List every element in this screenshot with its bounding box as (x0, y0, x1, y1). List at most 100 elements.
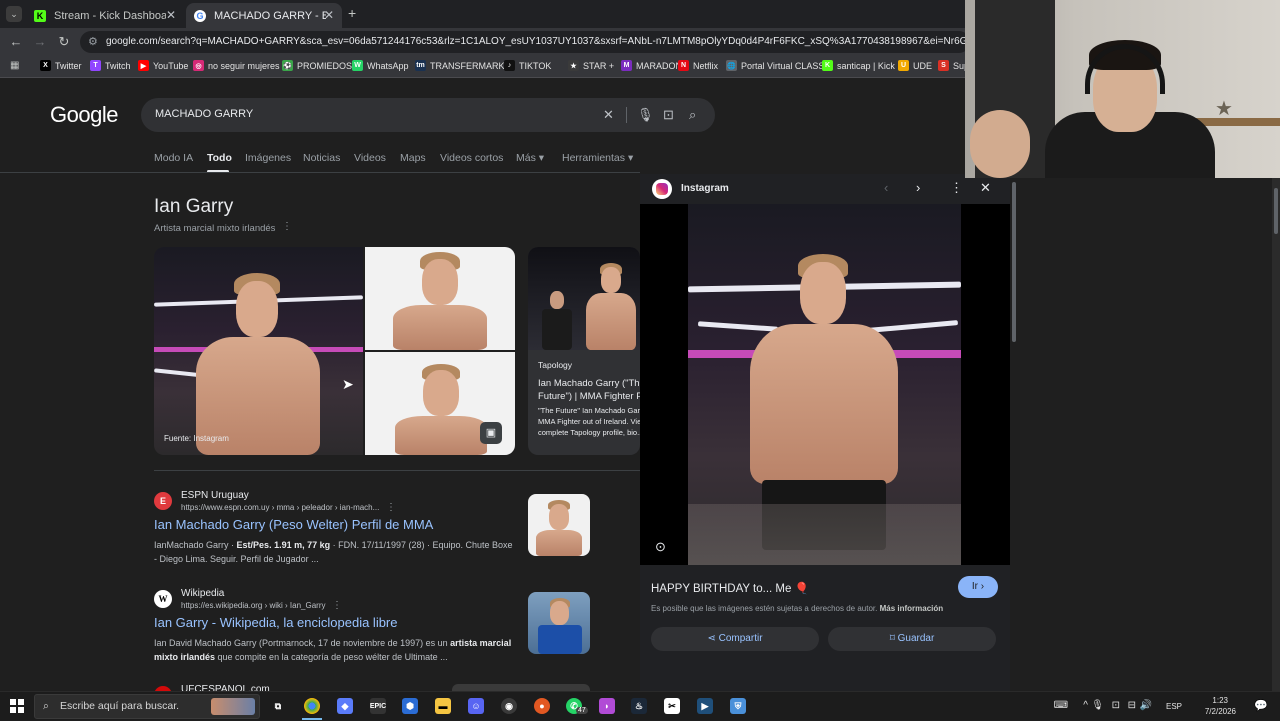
search-icon[interactable]: ⌕ (689, 107, 696, 123)
windows-start-icon[interactable] (10, 699, 24, 713)
notifications-icon[interactable]: 💬 (1254, 699, 1268, 712)
lens-icon[interactable]: ⊙ (655, 539, 666, 555)
scrollbar-thumb[interactable] (1012, 182, 1016, 342)
keyboard-icon[interactable]: ⌨ (1054, 700, 1068, 711)
clock-date[interactable]: 7/2/2026 (1205, 707, 1236, 716)
bookmark-item[interactable]: ⚽ PROMIEDOS (282, 60, 352, 71)
network-icon[interactable]: ⊟ (1128, 700, 1136, 711)
microphone-icon[interactable]: 🎙 (1091, 700, 1104, 711)
app-icon[interactable]: ◆ (337, 698, 353, 714)
tab-modo-ia[interactable]: Modo IA (154, 152, 193, 164)
tab-kick-dashboard[interactable]: K Stream - Kick Dashboard ✕ (26, 3, 184, 28)
language-indicator[interactable]: ESP (1166, 702, 1182, 711)
file-explorer-icon[interactable]: ▬ (435, 698, 451, 714)
previous-icon[interactable]: ‹ (884, 180, 888, 195)
app-icon[interactable]: EPIC (370, 698, 386, 714)
search-input[interactable]: MACHADO GARRY (155, 108, 253, 120)
image-headshot-top[interactable] (365, 247, 515, 350)
tapology-card[interactable]: Tapology Ian Machado Garry ("The Future"… (528, 247, 640, 455)
address-bar[interactable]: ⚙ google.com/search?q=MACHADO+GARRY&sca_… (80, 31, 970, 53)
bookmark-icon: T (90, 60, 101, 71)
viewer-image[interactable] (688, 204, 961, 565)
taskbar-search[interactable]: ⌕ Escribe aquí para buscar. (34, 694, 260, 719)
app-icon[interactable]: ◗ (599, 698, 615, 714)
image-instagram[interactable] (154, 247, 363, 455)
close-icon[interactable]: ✕ (166, 8, 176, 22)
more-options-icon[interactable]: ⋮ (332, 600, 342, 611)
viewer-scrollbar[interactable] (1011, 180, 1016, 690)
google-logo[interactable]: Google (50, 102, 118, 128)
steam-icon[interactable]: ♨ (631, 698, 647, 714)
image-gallery-icon[interactable]: ▣ (480, 422, 502, 444)
app-icon[interactable]: ▶ (697, 698, 713, 714)
capcut-icon[interactable]: ✂ (664, 698, 680, 714)
search-box[interactable]: MACHADO GARRY ✕ 🎙 ⊡ ⌕ (141, 98, 715, 132)
microphone-icon[interactable]: 🎙 (637, 107, 654, 123)
next-icon[interactable]: › (916, 180, 920, 195)
page-scrollbar[interactable] (1272, 178, 1280, 691)
new-tab-button[interactable]: + (348, 5, 356, 21)
app-tray-icon[interactable]: ⊡ (1112, 700, 1120, 711)
bookmark-item[interactable]: tm TRANSFERMARKT (415, 60, 510, 71)
result-thumbnail[interactable] (528, 494, 590, 556)
bookmark-label: no seguir mujeres (208, 60, 280, 71)
tab-google-search[interactable]: G MACHADO GARRY - Buscar con Google ✕ (186, 3, 342, 28)
tab-videos[interactable]: Videos (354, 152, 386, 164)
apps-icon[interactable]: ▦ (10, 60, 19, 71)
bookmark-item[interactable]: Ksanticap | Kick (822, 60, 895, 71)
reload-icon[interactable]: ↻ (56, 34, 72, 50)
back-icon[interactable]: ← (8, 34, 24, 49)
bookmark-item[interactable]: ♪ TIKTOK (504, 60, 551, 71)
close-icon[interactable]: ✕ (324, 8, 334, 22)
result-url[interactable]: https://es.wikipedia.org › wiki › Ian_Ga… (181, 601, 326, 610)
app-icon[interactable]: ⛨ (730, 698, 746, 714)
tab-imagenes[interactable]: Imágenes (245, 152, 291, 164)
viewer-caption[interactable]: HAPPY BIRTHDAY to... Me 🎈 (651, 581, 809, 595)
bookmark-item[interactable]: ★ STAR + (568, 60, 614, 71)
share-button[interactable]: ⋖ Compartir (651, 627, 819, 651)
app-icon[interactable]: ◉ (501, 698, 517, 714)
result-thumbnail[interactable] (528, 592, 590, 654)
app-icon[interactable]: ⬢ (402, 698, 418, 714)
result-url[interactable]: https://www.espn.com.uy › mma › peleador… (181, 503, 379, 512)
viewer-image-stage: ⊙ (640, 204, 1010, 565)
bookmark-item[interactable]: ▶ YouTube (138, 60, 188, 71)
tab-herramientas[interactable]: Herramientas ▾ (562, 152, 633, 164)
chrome-icon[interactable] (304, 698, 320, 714)
camera-lens-icon[interactable]: ⊡ (663, 107, 674, 123)
bookmark-item[interactable]: ◎ no seguir mujeres (193, 60, 280, 71)
task-view-icon[interactable]: ⧉ (270, 698, 286, 714)
app-icon[interactable]: ● (534, 698, 550, 714)
bookmark-item[interactable]: U UDE (898, 60, 932, 71)
bookmark-item[interactable]: 🌐 Portal Virtual CLASS (726, 60, 824, 71)
site-settings-icon[interactable]: ⚙ (88, 31, 98, 53)
volume-icon[interactable]: 🔊 (1140, 700, 1152, 711)
tapology-title[interactable]: Ian Machado Garry ("The Future") | MMA F… (538, 377, 640, 403)
visit-button[interactable]: Ir › (958, 576, 998, 598)
viewer-source[interactable]: Instagram (681, 183, 729, 194)
tab-search-button[interactable]: ⌄ (6, 6, 22, 22)
save-button[interactable]: ⌑ Guardar (828, 627, 996, 651)
forward-icon[interactable]: → (32, 34, 48, 49)
more-info-link[interactable]: Más información (880, 604, 944, 613)
discord-icon[interactable]: ☺ (468, 698, 484, 714)
bookmark-item[interactable]: X Twitter (40, 60, 82, 71)
tab-todo[interactable]: Todo (207, 152, 232, 164)
result-title-link[interactable]: Ian Machado Garry (Peso Welter) Perfil d… (154, 517, 433, 532)
more-options-icon[interactable]: ⋮ (386, 502, 396, 513)
more-options-icon[interactable]: ⋮ (950, 180, 963, 196)
clock-time[interactable]: 1:23 (1212, 696, 1228, 705)
close-icon[interactable]: ✕ (980, 180, 991, 196)
tab-mas[interactable]: Más ▾ (516, 152, 544, 164)
clear-icon[interactable]: ✕ (603, 107, 614, 123)
bookmark-item[interactable]: W WhatsApp (352, 60, 409, 71)
result-title-link[interactable]: Ian Garry - Wikipedia, la enciclopedia l… (154, 615, 398, 630)
tab-maps[interactable]: Maps (400, 152, 426, 164)
bookmark-item[interactable]: N Netflix (678, 60, 718, 71)
chevron-up-icon[interactable]: ^ (1083, 700, 1088, 711)
bookmark-item[interactable]: T Twitch (90, 60, 131, 71)
more-options-icon[interactable]: ⋮ (282, 221, 292, 232)
tab-videos-cortos[interactable]: Videos cortos (440, 152, 503, 164)
tab-noticias[interactable]: Noticias (303, 152, 340, 164)
scrollbar-thumb[interactable] (1274, 188, 1278, 234)
